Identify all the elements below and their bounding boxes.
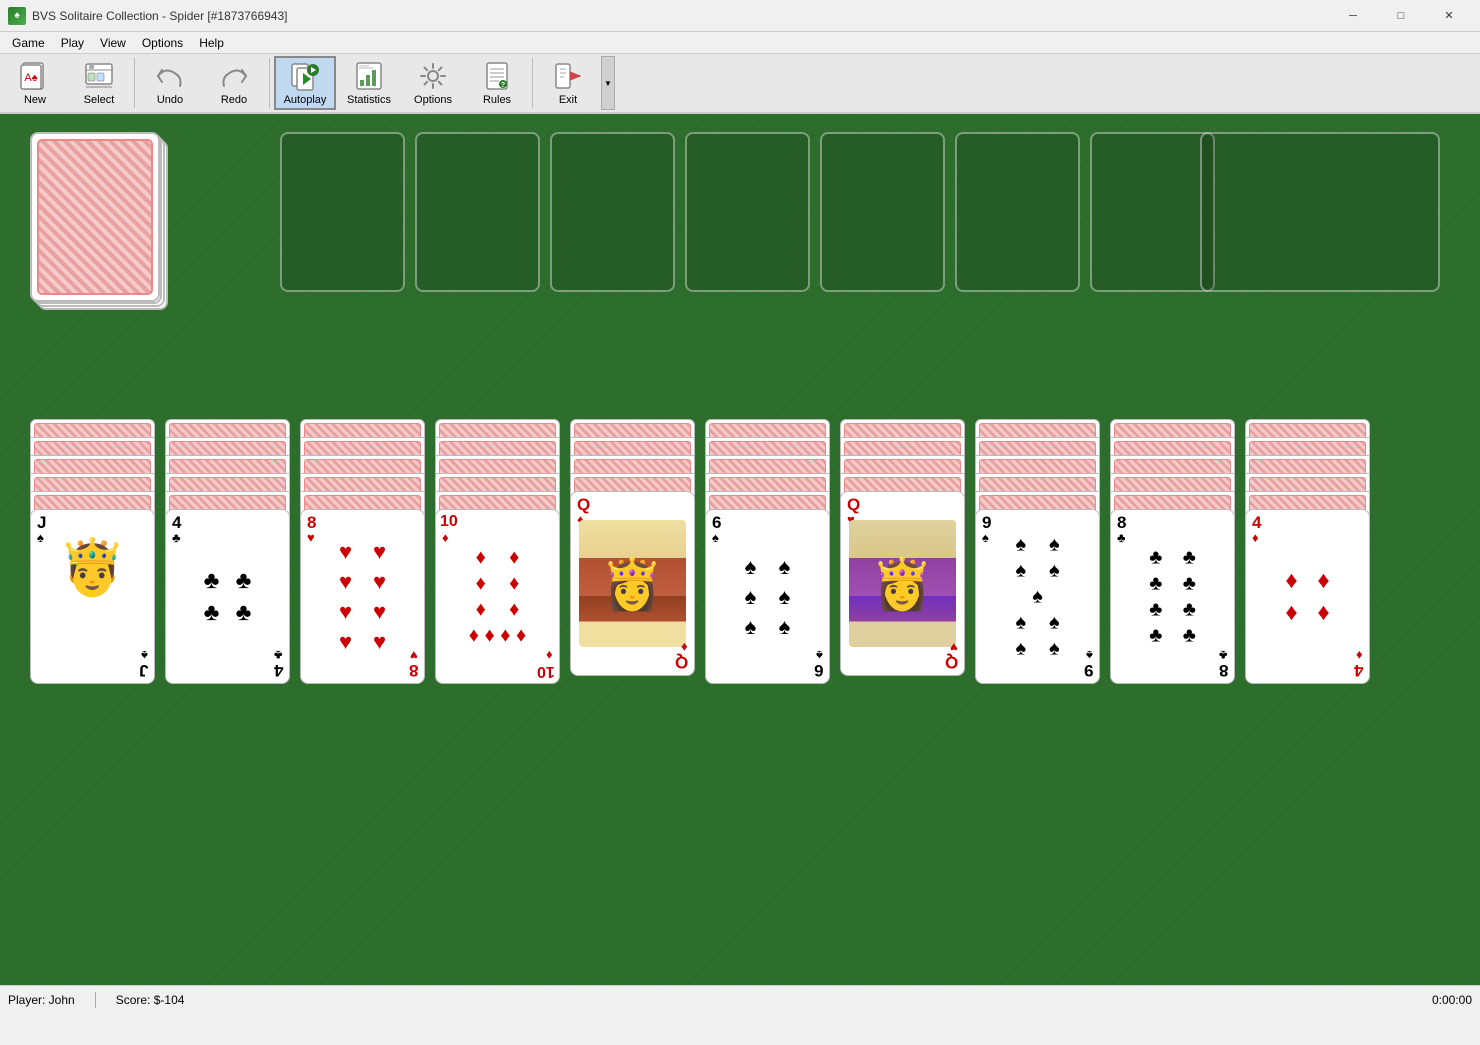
toolbar-sep-2 bbox=[269, 58, 270, 108]
new-label: New bbox=[24, 94, 46, 106]
exit-button[interactable]: Exit bbox=[537, 56, 599, 110]
col10-top-card[interactable]: 4 ♦ ♦♦ ♦♦ 4 ♦ bbox=[1245, 509, 1370, 684]
menu-play[interactable]: Play bbox=[53, 34, 92, 52]
col2-top-card[interactable]: 4 ♣ ♣♣ ♣♣ 4 ♣ bbox=[165, 509, 290, 684]
statusbar: Player: John Score: $-104 0:00:00 bbox=[0, 985, 1480, 1013]
undo-icon bbox=[154, 60, 186, 92]
window-controls: ─ □ ✕ bbox=[1330, 0, 1472, 32]
options-icon bbox=[417, 60, 449, 92]
col4-top-card[interactable]: 10 ♦ ♦♦ ♦♦ ♦♦ ♦ ♦ ♦ ♦ 10 ♦ bbox=[435, 509, 560, 684]
statistics-icon bbox=[353, 60, 385, 92]
toolbar-sep-1 bbox=[134, 58, 135, 108]
minimize-button[interactable]: ─ bbox=[1330, 0, 1376, 32]
game-area: J ♠ 🤴 J ♠ 4 ♣ ♣♣ ♣♣ 4 ♣ bbox=[0, 114, 1480, 985]
select-button[interactable]: Select bbox=[68, 56, 130, 110]
svg-text:?: ? bbox=[501, 82, 505, 89]
rules-label: Rules bbox=[483, 94, 511, 106]
undo-button[interactable]: Undo bbox=[139, 56, 201, 110]
menu-view[interactable]: View bbox=[92, 34, 134, 52]
foundation-8[interactable] bbox=[1200, 132, 1440, 292]
stock-card-front bbox=[30, 132, 160, 302]
foundation-1[interactable] bbox=[280, 132, 405, 292]
options-button[interactable]: Options bbox=[402, 56, 464, 110]
menubar: Game Play View Options Help bbox=[0, 32, 1480, 54]
toolbar-sep-3 bbox=[532, 58, 533, 108]
redo-button[interactable]: Redo bbox=[203, 56, 265, 110]
redo-icon bbox=[218, 60, 250, 92]
maximize-button[interactable]: □ bbox=[1378, 0, 1424, 32]
menu-help[interactable]: Help bbox=[191, 34, 232, 52]
redo-label: Redo bbox=[221, 94, 247, 106]
col8-top-card[interactable]: 9 ♠ ♠♠ ♠♠ ♠ ♠♠ ♠♠ 9 ♠ bbox=[975, 509, 1100, 684]
rules-icon: ? bbox=[481, 60, 513, 92]
foundation-5[interactable] bbox=[820, 132, 945, 292]
player-status: Player: John bbox=[8, 993, 75, 1007]
foundation-3[interactable] bbox=[550, 132, 675, 292]
rules-button[interactable]: ? Rules bbox=[466, 56, 528, 110]
titlebar: ♠ BVS Solitaire Collection - Spider [#18… bbox=[0, 0, 1480, 32]
col3-top-card[interactable]: 8 ♥ ♥♥ ♥♥ ♥♥ ♥♥ 8 ♥ bbox=[300, 509, 425, 684]
svg-text:A♠: A♠ bbox=[24, 72, 37, 84]
app-icon: ♠ bbox=[8, 7, 26, 25]
col9-top-card[interactable]: 8 ♣ ♣♣ ♣♣ ♣♣ ♣♣ 8 ♣ bbox=[1110, 509, 1235, 684]
autoplay-label: Autoplay bbox=[284, 94, 327, 106]
window-title: BVS Solitaire Collection - Spider [#1873… bbox=[32, 9, 1330, 23]
select-icon bbox=[83, 60, 115, 92]
score-status: Score: $-104 bbox=[116, 993, 185, 1007]
stock-pile[interactable] bbox=[30, 132, 170, 302]
new-icon: A♠ bbox=[19, 60, 51, 92]
exit-label: Exit bbox=[559, 94, 577, 106]
foundation-6[interactable] bbox=[955, 132, 1080, 292]
foundation-2[interactable] bbox=[415, 132, 540, 292]
exit-icon bbox=[552, 60, 584, 92]
menu-options[interactable]: Options bbox=[134, 34, 191, 52]
toolbar: A♠ New Select Undo bbox=[0, 54, 1480, 114]
statistics-button[interactable]: Statistics bbox=[338, 56, 400, 110]
statistics-label: Statistics bbox=[347, 94, 391, 106]
autoplay-button[interactable]: Autoplay bbox=[274, 56, 336, 110]
foundation-7[interactable] bbox=[1090, 132, 1215, 292]
col7-top-card[interactable]: Q ♥ 👸 Q ♥ bbox=[840, 491, 965, 676]
undo-label: Undo bbox=[157, 94, 183, 106]
close-button[interactable]: ✕ bbox=[1426, 0, 1472, 32]
options-label: Options bbox=[414, 94, 452, 106]
new-button[interactable]: A♠ New bbox=[4, 56, 66, 110]
col1-top-card[interactable]: J ♠ 🤴 J ♠ bbox=[30, 509, 155, 684]
time-status: 0:00:00 bbox=[1432, 993, 1472, 1007]
col5-top-card[interactable]: Q ♦ 👸 Q ♦ bbox=[570, 491, 695, 676]
select-label: Select bbox=[84, 94, 115, 106]
autoplay-icon bbox=[289, 60, 321, 92]
foundation-4[interactable] bbox=[685, 132, 810, 292]
col6-top-card[interactable]: 6 ♠ ♠♠ ♠♠ ♠♠ 6 ♠ bbox=[705, 509, 830, 684]
toolbar-scroll[interactable]: ▼ bbox=[601, 56, 615, 110]
menu-game[interactable]: Game bbox=[4, 34, 53, 52]
status-separator bbox=[95, 992, 96, 1008]
